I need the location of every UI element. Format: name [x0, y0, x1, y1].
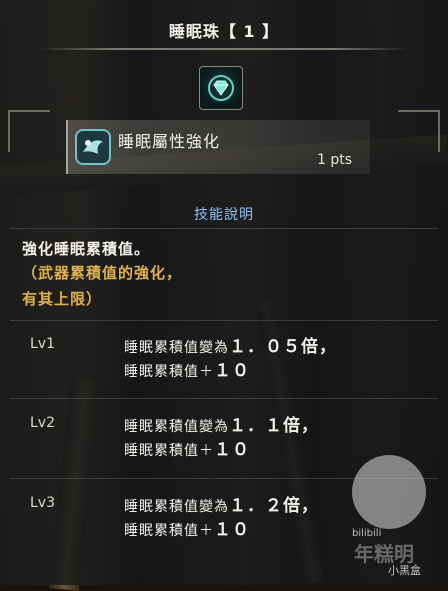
header: 睡眠珠【 1 】	[0, 10, 448, 50]
frame-corner	[8, 110, 50, 152]
watermark-brand: 小黑盒	[388, 564, 421, 577]
skill-emblem-icon	[75, 129, 111, 165]
skill-points: 1 pts	[316, 152, 352, 168]
skill-name: 睡眠屬性強化	[118, 132, 221, 151]
level-label: Lv2	[30, 415, 55, 431]
level-effect-line-2: 睡眠累積值＋１０	[124, 361, 250, 381]
skill-row[interactable]: 睡眠屬性強化 1 pts	[66, 120, 370, 174]
skill-description: 強化睡眠累積值。	[22, 240, 151, 258]
level-effect-line-1: 睡眠累積值變為１．１倍，	[124, 416, 319, 436]
level-effect-line-1: 睡眠累積值變為１．０５倍，	[124, 337, 337, 357]
decoration-detail-panel: 睡眠珠【 1 】 睡眠屬性強化 1 pts 技能說明 強化睡眠累積值。 （武器累…	[0, 0, 448, 585]
skill-note-line-2: 有其上限）	[22, 290, 103, 308]
level-effect-line-1: 睡眠累積值變為１．２倍，	[124, 496, 319, 516]
level-effect-line-2: 睡眠累積值＋１０	[124, 520, 250, 540]
header-divider	[40, 48, 408, 50]
level-divider	[10, 320, 438, 321]
decoration-title: 睡眠珠【 1 】	[168, 22, 280, 41]
level-effect-line-2: 睡眠累積值＋１０	[124, 440, 250, 460]
frame-corner	[398, 110, 440, 152]
watermark-avatar	[352, 455, 426, 529]
decoration-icon-slot	[199, 66, 243, 110]
level-divider	[10, 398, 438, 399]
section-divider	[10, 228, 438, 229]
skill-note-line-1: （武器累積值的強化，	[22, 264, 183, 282]
diamond-gem-icon	[208, 75, 234, 101]
skill-description-heading: 技能說明	[194, 207, 254, 223]
level-label: Lv1	[30, 336, 55, 352]
level-label: Lv3	[30, 495, 55, 511]
